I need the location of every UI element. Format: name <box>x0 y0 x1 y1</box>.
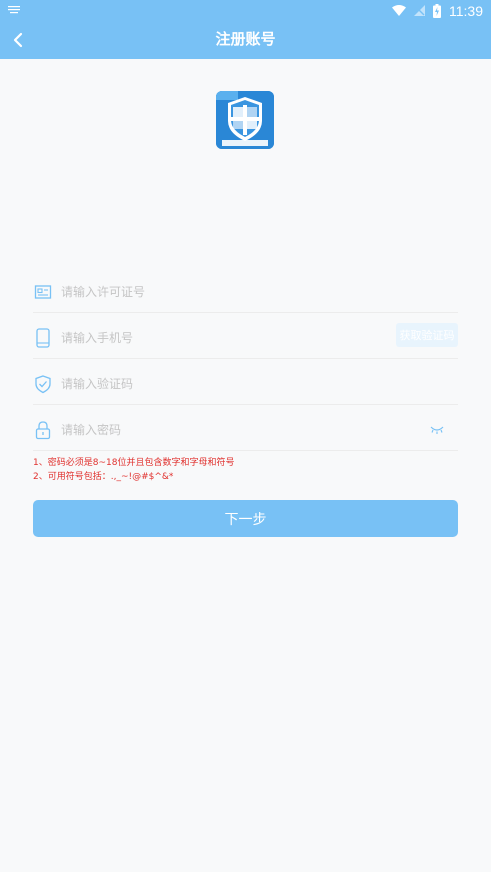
password-input[interactable] <box>61 420 391 440</box>
lock-icon <box>35 421 51 440</box>
page-title: 注册账号 <box>215 31 276 48</box>
phone-input[interactable] <box>61 328 391 348</box>
password-field <box>33 411 458 451</box>
phone-field: 获取验证码 <box>33 319 458 359</box>
shield-check-icon <box>35 375 51 394</box>
password-rules: 1、密码必须是8~18位并且包含数字和字母和符号 2、可用符号包括：.,_~!@… <box>33 456 458 484</box>
no-signal-icon <box>414 5 425 16</box>
password-rule-1: 1、密码必须是8~18位并且包含数字和字母和符号 <box>33 458 235 468</box>
next-step-button[interactable]: 下一步 <box>33 500 458 537</box>
keyboard-icon <box>8 6 20 14</box>
license-input[interactable] <box>61 282 391 302</box>
license-field <box>33 273 458 313</box>
battery-charging-icon <box>433 3 441 18</box>
shield-logo-icon <box>216 91 274 149</box>
status-bar: 11:39 <box>0 0 491 21</box>
get-code-button[interactable]: 获取验证码 <box>396 323 458 347</box>
phone-icon <box>36 328 50 348</box>
wifi-icon <box>392 5 406 16</box>
code-input[interactable] <box>61 374 391 394</box>
app-logo <box>216 91 274 149</box>
eye-closed-icon[interactable] <box>430 425 444 435</box>
status-time: 11:39 <box>449 2 483 19</box>
title-bar: 注册账号 <box>0 21 491 59</box>
password-rule-2: 2、可用符号包括：.,_~!@#$^&* <box>33 472 174 482</box>
license-card-icon <box>34 285 52 299</box>
code-field <box>33 365 458 405</box>
